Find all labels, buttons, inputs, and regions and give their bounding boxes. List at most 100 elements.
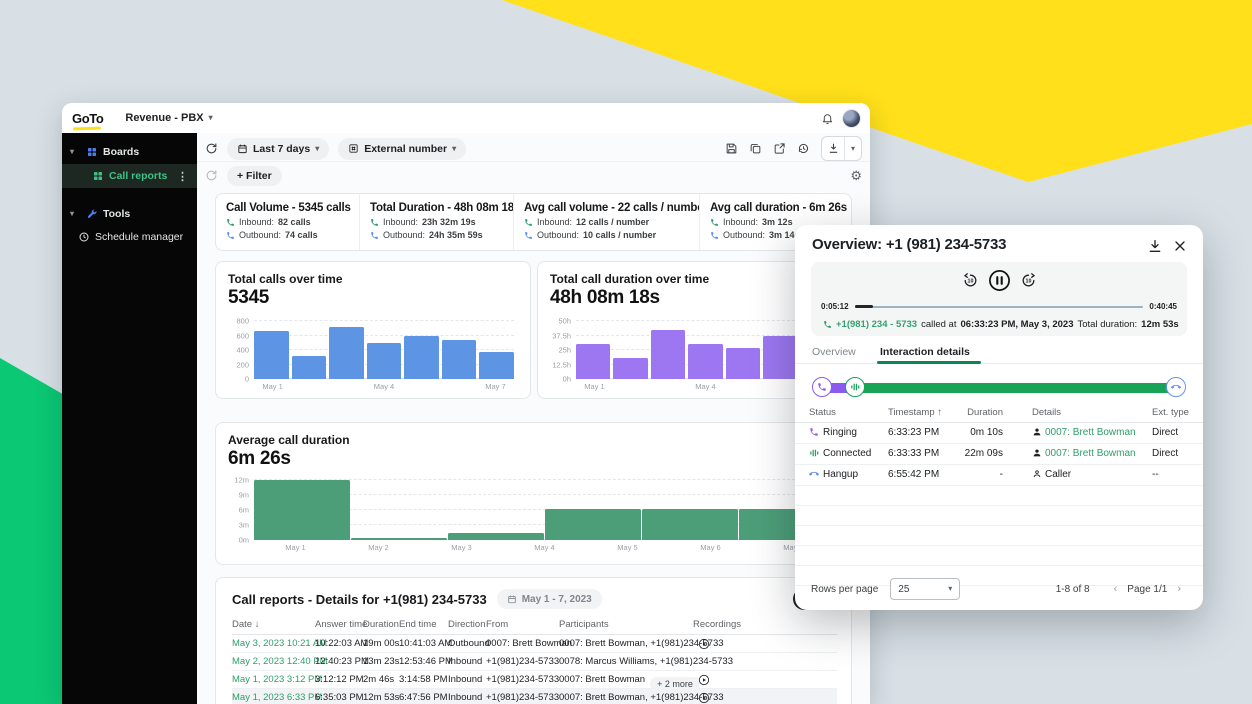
panel-title: Overview: +1 (981) 234-5733 bbox=[812, 236, 1006, 253]
column-header-answer-time: Answer time bbox=[315, 619, 367, 630]
table-header: Date ↓Answer timeDurationEnd timeDirecti… bbox=[232, 618, 837, 635]
sidebar-group-boards[interactable]: ▾ Boards bbox=[62, 141, 197, 163]
gear-icon[interactable]: ⚙ bbox=[850, 168, 862, 184]
empty-row bbox=[795, 486, 1203, 506]
export-icon[interactable] bbox=[773, 142, 786, 155]
active-tab-underline bbox=[877, 361, 981, 364]
add-filter-button[interactable]: + Filter bbox=[227, 166, 282, 186]
details-link[interactable]: 0007: Brett Bowman bbox=[1045, 448, 1136, 459]
connected-icon[interactable] bbox=[845, 377, 865, 397]
refresh-icon[interactable] bbox=[205, 169, 218, 182]
download-icon[interactable] bbox=[1147, 238, 1163, 254]
download-icon[interactable] bbox=[822, 137, 844, 160]
kpi-outbound-line: Outbound: 24h 35m 59s bbox=[370, 230, 505, 240]
bell-icon[interactable] bbox=[821, 112, 834, 125]
answer-time: 12:40:23 PM bbox=[315, 656, 369, 667]
column-header-date[interactable]: Date ↓ bbox=[232, 619, 259, 630]
timeline-segment-connected bbox=[856, 383, 1176, 393]
column-header-recordings: Recordings bbox=[693, 619, 741, 630]
chevron-down-icon: ▾ bbox=[948, 585, 952, 593]
forward-10-icon[interactable]: 10 bbox=[1020, 272, 1037, 289]
details-link[interactable]: 0007: Brett Bowman bbox=[1045, 427, 1136, 438]
y-axis-tick: 800 bbox=[236, 317, 249, 326]
bar-series bbox=[254, 321, 514, 379]
kpi-line-label: Outbound: bbox=[383, 230, 425, 240]
date-link[interactable]: May 1, 2023 6:33 PM bbox=[232, 692, 322, 703]
column-header-details: Details bbox=[1032, 407, 1061, 418]
duration: 13m 23s bbox=[363, 656, 399, 667]
kebab-menu-icon[interactable]: ⋮ bbox=[177, 170, 188, 183]
interaction-row[interactable]: Hangup6:55:42 PM-Caller-- bbox=[795, 465, 1203, 486]
date-link[interactable]: May 2, 2023 12:40 PM bbox=[232, 656, 328, 667]
bar-may-4 bbox=[545, 509, 641, 540]
duration: 19m 00s bbox=[363, 638, 399, 649]
phone-icon bbox=[823, 320, 832, 329]
phone-outbound-icon bbox=[370, 231, 379, 240]
ringing-icon[interactable] bbox=[812, 377, 832, 397]
chevron-down-icon: ▾ bbox=[209, 114, 213, 122]
copy-icon[interactable] bbox=[749, 142, 762, 155]
chart-big-number: 5345 bbox=[228, 287, 518, 309]
y-axis-tick: 200 bbox=[236, 360, 249, 369]
date-link[interactable]: May 1, 2023 3:12 PM bbox=[232, 674, 322, 685]
elapsed-time: 0:05:12 bbox=[821, 302, 849, 311]
play-recording-button[interactable] bbox=[698, 692, 710, 704]
avatar[interactable] bbox=[843, 110, 860, 127]
details: Caller bbox=[1045, 469, 1071, 480]
kpi-line-value: 3m 12s bbox=[762, 217, 793, 227]
date-range-filter[interactable]: Last 7 days ▾ bbox=[227, 138, 329, 160]
sidebar-group-label: Boards bbox=[103, 146, 139, 158]
wrench-icon bbox=[86, 208, 98, 220]
empty-row bbox=[795, 526, 1203, 546]
sidebar-group-tools[interactable]: ▾ Tools bbox=[62, 203, 197, 225]
call-detail-panel: Overview: +1 (981) 234-5733 10 10 0:05:1… bbox=[795, 225, 1203, 610]
column-header-status: Status bbox=[809, 407, 836, 418]
direction: Outbound bbox=[448, 638, 490, 649]
chevron-down-icon: ▾ bbox=[70, 148, 80, 156]
workspace-selector[interactable]: Revenue - PBX▾ bbox=[125, 112, 212, 124]
grid-icon bbox=[92, 170, 104, 182]
sidebar-item-call-reports[interactable]: Call reports ⋮ bbox=[62, 164, 197, 188]
hangup-icon[interactable] bbox=[1166, 377, 1186, 397]
table-row[interactable]: May 2, 2023 12:40 PM12:40:23 PM13m 23s12… bbox=[232, 653, 837, 671]
end-time: 6:47:56 PM bbox=[399, 692, 448, 703]
column-header-end-time: End time bbox=[399, 619, 437, 630]
kpi-line-label: Outbound: bbox=[239, 230, 281, 240]
pause-icon[interactable] bbox=[988, 269, 1011, 292]
from: +1(981)234-5733 bbox=[486, 656, 559, 667]
rewind-10-icon[interactable]: 10 bbox=[962, 272, 979, 289]
table-row[interactable]: May 3, 2023 10:21 AM10:22:03 AM19m 00s10… bbox=[232, 635, 837, 653]
x-axis-tick: May 3 bbox=[451, 543, 471, 552]
dimension-filter[interactable]: External number ▾ bbox=[338, 138, 466, 160]
chevron-down-icon[interactable]: ▾ bbox=[844, 137, 861, 160]
history-icon[interactable] bbox=[797, 142, 810, 155]
date-range-badge[interactable]: May 1 - 7, 2023 bbox=[497, 589, 602, 609]
interaction-row[interactable]: Connected6:33:33 PM22m 09s0007: Brett Bo… bbox=[795, 444, 1203, 465]
date-link[interactable]: May 3, 2023 10:21 AM bbox=[232, 638, 327, 649]
tab-interaction-details[interactable]: Interaction details bbox=[880, 346, 970, 358]
sidebar-item-schedule-manager[interactable]: Schedule manager bbox=[62, 226, 197, 248]
x-axis-tick: May 1 bbox=[584, 382, 604, 391]
interaction-row[interactable]: Ringing6:33:23 PM0m 10s0007: Brett Bowma… bbox=[795, 423, 1203, 444]
x-axis-tick: May 6 bbox=[700, 543, 720, 552]
rows-per-page-select[interactable]: 25 ▾ bbox=[890, 578, 960, 600]
table-row[interactable]: May 1, 2023 6:33 PM6:35:03 PM12m 53s6:47… bbox=[232, 689, 837, 704]
play-recording-button[interactable] bbox=[698, 638, 710, 650]
svg-text:10: 10 bbox=[967, 279, 973, 285]
column-header-timestamp[interactable]: Timestamp ↑ bbox=[888, 407, 942, 418]
tab-overview[interactable]: Overview bbox=[812, 346, 856, 358]
bar-may-4 bbox=[688, 344, 722, 379]
progress-bar[interactable] bbox=[855, 305, 1144, 309]
previous-page-button[interactable]: ‹ bbox=[1108, 583, 1124, 595]
save-icon[interactable] bbox=[725, 142, 738, 155]
kpi-line-value: 10 calls / number bbox=[583, 230, 656, 240]
refresh-icon[interactable] bbox=[205, 142, 218, 155]
close-icon[interactable] bbox=[1172, 238, 1188, 254]
duration: 12m 53s bbox=[363, 692, 399, 703]
caller-number-link[interactable]: +1(981) 234 - 5733 bbox=[836, 319, 917, 330]
sidebar-item-label: Call reports bbox=[109, 170, 167, 182]
kpi-line-value: 82 calls bbox=[278, 217, 311, 227]
table-row[interactable]: May 1, 2023 3:12 PM3:12:12 PM2m 46s3:14:… bbox=[232, 671, 837, 689]
next-page-button[interactable]: › bbox=[1171, 583, 1187, 595]
play-recording-button[interactable] bbox=[698, 674, 710, 686]
